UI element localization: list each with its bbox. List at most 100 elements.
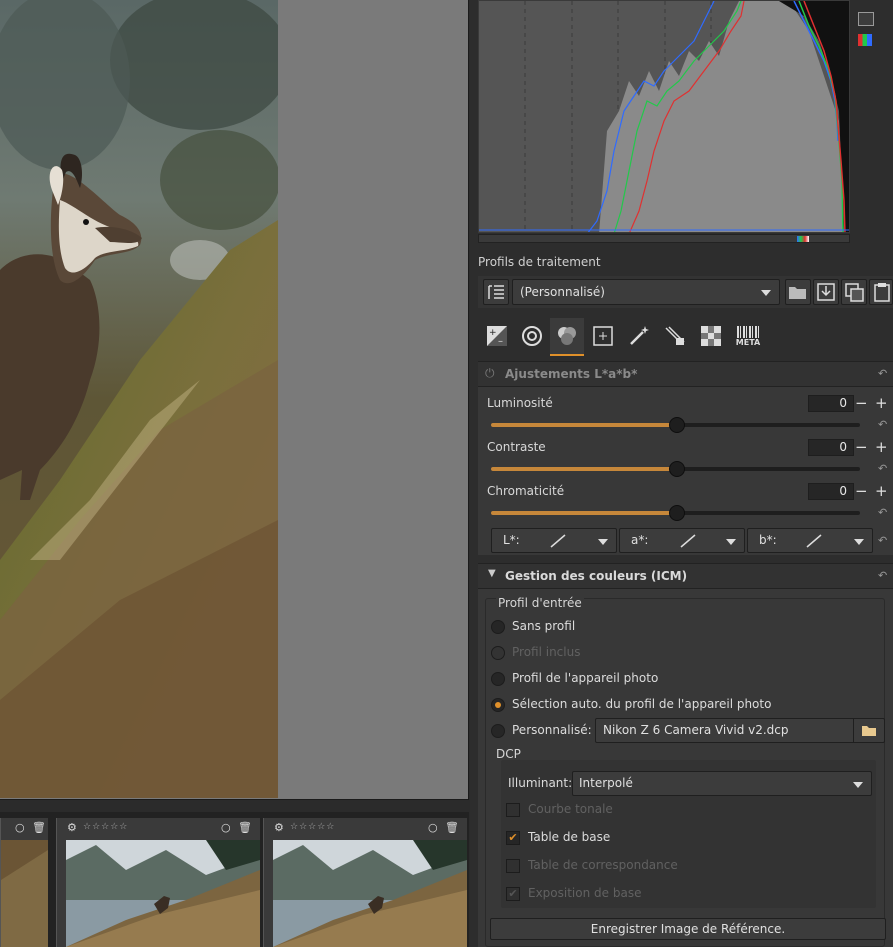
reset-icon[interactable]: ↶ (878, 462, 887, 475)
checkbox-label-baseline-exposure: Exposition de base (528, 886, 642, 900)
rating-stars[interactable]: ☆☆☆☆☆ (290, 822, 335, 832)
radio-custom-profile[interactable] (491, 724, 505, 738)
slider-knob[interactable] (668, 505, 685, 521)
filmstrip-thumbnail[interactable]: ⚙ ☆☆☆☆☆ ○ 🗑 (263, 818, 467, 947)
filmstrip-thumbnail[interactable]: ○ 🗑 (0, 818, 48, 947)
copy-profile-icon[interactable] (841, 279, 867, 305)
luminosity-value[interactable]: 0 (808, 395, 854, 412)
tab-detail[interactable] (515, 318, 549, 354)
expander-triangle-icon[interactable]: ▼ (488, 568, 496, 579)
tab-transform[interactable] (622, 318, 656, 354)
chevron-down-icon (761, 290, 771, 296)
gears-icon[interactable]: ⚙ (274, 821, 284, 834)
plus-icon[interactable]: + (875, 396, 888, 411)
curve-a-button[interactable]: a*: (619, 528, 745, 553)
slider-label-luminosity: Luminosité (487, 396, 553, 410)
reset-icon[interactable]: ↶ (878, 367, 887, 380)
trash-icon[interactable]: 🗑 (445, 821, 459, 834)
chevron-down-icon (598, 538, 608, 545)
gears-icon[interactable]: ⚙ (67, 821, 77, 834)
lab-adjustments-body: Luminosité 0 − + ↶ Contraste 0 − + ↶ Chr… (478, 387, 893, 555)
radio-label-no-profile: Sans profil (512, 619, 576, 633)
checkbox-baseline-exposure[interactable]: ✔ (506, 887, 520, 901)
radio-auto-camera-profile[interactable] (491, 698, 505, 712)
histogram-indicator (797, 236, 809, 242)
chevron-down-icon (854, 538, 864, 545)
reset-icon[interactable]: ↶ (878, 534, 887, 547)
tab-raw[interactable] (658, 318, 692, 354)
lab-adjustments-header[interactable]: ⏻ Ajustements L*a*b* ↶ (478, 361, 893, 387)
histogram-channels-icon[interactable] (858, 34, 872, 46)
rating-stars[interactable]: ☆☆☆☆☆ (83, 822, 128, 832)
contrast-slider[interactable] (491, 461, 860, 477)
save-profile-icon[interactable] (813, 279, 839, 305)
histogram[interactable] (478, 0, 850, 233)
radio-no-profile[interactable] (491, 620, 505, 634)
minus-icon[interactable]: − (855, 396, 868, 411)
power-icon[interactable]: ⏻ (485, 366, 495, 381)
tab-local[interactable] (694, 318, 728, 354)
slider-knob[interactable] (668, 417, 685, 433)
tool-tabs: + – META (478, 318, 893, 356)
color-management-header[interactable]: ▼ Gestion des couleurs (ICM) ↶ (478, 563, 893, 589)
barcode-icon: META (735, 325, 761, 347)
radio-embedded-profile[interactable] (491, 646, 505, 660)
curve-b-button[interactable]: b*: (747, 528, 873, 553)
paste-profile-icon[interactable] (869, 279, 893, 305)
reset-icon[interactable]: ↶ (878, 506, 887, 519)
histogram-mode-icon[interactable] (858, 12, 874, 26)
magic-wand-icon (630, 326, 649, 345)
thumbnail-image (66, 840, 260, 947)
checkbox-base-table[interactable]: ✔ (506, 831, 520, 845)
circle-icon[interactable]: ○ (221, 821, 231, 834)
reset-icon[interactable]: ↶ (878, 418, 887, 431)
chromaticity-value[interactable]: 0 (808, 483, 854, 500)
curve-l-button[interactable]: L*: (491, 528, 617, 553)
chromaticity-slider[interactable] (491, 505, 860, 521)
processing-profiles-row: (Personnalisé) (478, 276, 893, 308)
meta-label: META (735, 337, 761, 347)
raw-icon (665, 326, 685, 345)
save-reference-image-button[interactable]: Enregistrer Image de Référence. (490, 918, 886, 940)
radio-camera-profile[interactable] (491, 672, 505, 686)
luminosity-slider[interactable] (491, 417, 860, 433)
reset-icon[interactable]: ↶ (878, 569, 887, 582)
slider-fill (491, 511, 676, 515)
plus-icon[interactable]: + (875, 440, 888, 455)
folder-icon[interactable] (853, 719, 884, 742)
open-folder-icon[interactable] (785, 279, 811, 305)
profile-list-icon[interactable] (483, 279, 509, 305)
curve-line-icon (806, 534, 822, 548)
filmstrip-thumbnail[interactable]: ⚙ ☆☆☆☆☆ ○ 🗑 (56, 818, 260, 947)
slider-knob[interactable] (668, 461, 685, 477)
tab-advanced[interactable] (586, 318, 620, 354)
minus-icon[interactable]: − (855, 484, 868, 499)
checkbox-label-look-table: Table de correspondance (528, 858, 678, 872)
tab-metadata[interactable]: META (730, 318, 766, 354)
trash-icon[interactable]: 🗑 (32, 821, 46, 834)
slider-fill (491, 423, 676, 427)
tab-color[interactable] (550, 318, 584, 356)
illuminant-select[interactable]: Interpolé (572, 771, 872, 796)
plus-icon[interactable]: + (875, 484, 888, 499)
contrast-value[interactable]: 0 (808, 439, 854, 456)
thumbnail-header: ○ 🗑 (1, 818, 48, 840)
checkbox-tone-curve[interactable] (506, 803, 520, 817)
custom-profile-file-input[interactable]: Nikon Z 6 Camera Vivid v2.dcp (595, 718, 885, 743)
circle-icon[interactable]: ○ (15, 821, 25, 834)
circle-icon[interactable]: ○ (428, 821, 438, 834)
curve-line-icon (680, 534, 696, 548)
tab-exposure[interactable]: + – (480, 318, 514, 354)
dcp-label: DCP (496, 747, 521, 761)
color-management-body: Profil d'entrée Sans profil Profil inclu… (478, 589, 893, 947)
checkbox-label-tone-curve: Courbe tonale (528, 802, 613, 816)
checkbox-look-table[interactable] (506, 859, 520, 873)
checkbox-label-base-table: Table de base (528, 830, 611, 844)
trash-icon[interactable]: 🗑 (238, 821, 252, 834)
curve-b-label: b*: (759, 533, 777, 547)
image-preview[interactable] (0, 0, 469, 800)
minus-icon[interactable]: − (855, 440, 868, 455)
processing-profile-select[interactable]: (Personnalisé) (512, 279, 780, 305)
radio-label-camera-profile: Profil de l'appareil photo (512, 671, 659, 685)
processing-profile-value: (Personnalisé) (520, 285, 605, 299)
